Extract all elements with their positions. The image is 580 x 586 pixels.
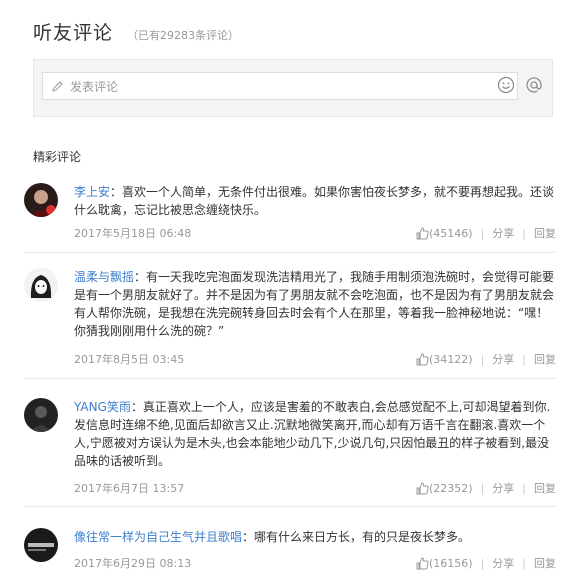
comment-input[interactable]: 发表评论 bbox=[42, 72, 518, 100]
avatar[interactable] bbox=[24, 183, 58, 217]
comment-meta: 2017年8月5日 03:45 (34122) | 分享 | 回复 bbox=[74, 351, 556, 367]
comment-separator: ： bbox=[242, 530, 255, 544]
mention-icon[interactable] bbox=[524, 75, 544, 95]
comment-text: 有一天我吃完泡面发现洗洁精用光了，我随手用制须泡洗碗时，会觉得可能要是有一个男朋… bbox=[74, 270, 555, 338]
comments-header: 听友评论 （已有29283条评论） bbox=[33, 18, 239, 45]
comment-separator: ： bbox=[134, 270, 147, 284]
avatar[interactable] bbox=[24, 528, 58, 562]
like-count: (34122) bbox=[428, 352, 473, 366]
share-button[interactable]: 分享 bbox=[492, 555, 514, 571]
comment-meta: 2017年6月7日 13:57 (22352) | 分享 | 回复 bbox=[74, 480, 556, 496]
emoji-icon[interactable] bbox=[496, 75, 516, 95]
comment-item: 温柔与飘摇：有一天我吃完泡面发现洗洁精用光了，我随手用制须泡洗碗时，会觉得可能要… bbox=[24, 268, 556, 348]
divider bbox=[24, 506, 556, 507]
comment-date: 2017年8月5日 03:45 bbox=[74, 353, 185, 366]
comment-item: YANG笑雨：真正喜欢上一个人，应该是害羞的不敢表白,会总感觉配不上,可却渴望着… bbox=[24, 398, 556, 478]
avatar[interactable] bbox=[24, 268, 58, 302]
comment-text: 真正喜欢上一个人，应该是害羞的不敢表白,会总感觉配不上,可却渴望着到你.发信息时… bbox=[74, 400, 551, 468]
reply-button[interactable]: 回复 bbox=[534, 225, 556, 241]
thumbs-up-icon bbox=[416, 481, 429, 494]
pencil-icon bbox=[51, 80, 64, 93]
comment-date: 2017年6月29日 08:13 bbox=[74, 557, 192, 570]
comment-separator: ： bbox=[130, 400, 143, 414]
thumbs-up-icon bbox=[416, 556, 429, 569]
reply-button[interactable]: 回复 bbox=[534, 480, 556, 496]
divider bbox=[24, 378, 556, 379]
comment-composer: 发表评论 bbox=[33, 59, 553, 117]
comment-date: 2017年5月18日 06:48 bbox=[74, 227, 192, 240]
share-button[interactable]: 分享 bbox=[492, 351, 514, 367]
comment-separator: ： bbox=[110, 185, 123, 199]
avatar[interactable] bbox=[24, 398, 58, 432]
divider bbox=[24, 252, 556, 253]
thumbs-up-icon bbox=[416, 226, 429, 239]
share-button[interactable]: 分享 bbox=[492, 225, 514, 241]
like-count: (45146) bbox=[428, 226, 473, 240]
featured-comments-title: 精彩评论 bbox=[33, 150, 82, 164]
comment-user-link[interactable]: 像往常一样为自己生气并且歌唱 bbox=[74, 530, 242, 544]
comment-text: 喜欢一个人简单，无条件付出很难。如果你害怕夜长梦多，就不要再想起我。还谈什么耽禽… bbox=[74, 185, 555, 217]
like-button[interactable]: (45146) bbox=[416, 227, 473, 240]
reply-button[interactable]: 回复 bbox=[534, 351, 556, 367]
comment-meta: 2017年5月18日 06:48 (45146) | 分享 | 回复 bbox=[74, 225, 556, 241]
like-button[interactable]: (16156) bbox=[416, 557, 473, 570]
share-button[interactable]: 分享 bbox=[492, 480, 514, 496]
thumbs-up-icon bbox=[416, 352, 429, 365]
comment-date: 2017年6月7日 13:57 bbox=[74, 482, 185, 495]
comment-user-link[interactable]: 温柔与飘摇 bbox=[74, 270, 134, 284]
reply-button[interactable]: 回复 bbox=[534, 555, 556, 571]
comment-user-link[interactable]: 李上安 bbox=[74, 185, 110, 199]
comment-count: （已有29283条评论） bbox=[127, 29, 240, 42]
comment-text: 哪有什么来日方长，有的只是夜长梦多。 bbox=[254, 530, 471, 544]
like-count: (22352) bbox=[428, 481, 473, 495]
like-button[interactable]: (22352) bbox=[416, 482, 473, 495]
page-title: 听友评论 bbox=[33, 22, 114, 44]
comment-meta: 2017年6月29日 08:13 (16156) | 分享 | 回复 bbox=[74, 555, 556, 571]
comment-user-link[interactable]: YANG笑雨 bbox=[74, 400, 131, 414]
like-button[interactable]: (34122) bbox=[416, 353, 473, 366]
comment-input-placeholder: 发表评论 bbox=[70, 79, 119, 94]
like-count: (16156) bbox=[428, 556, 473, 570]
